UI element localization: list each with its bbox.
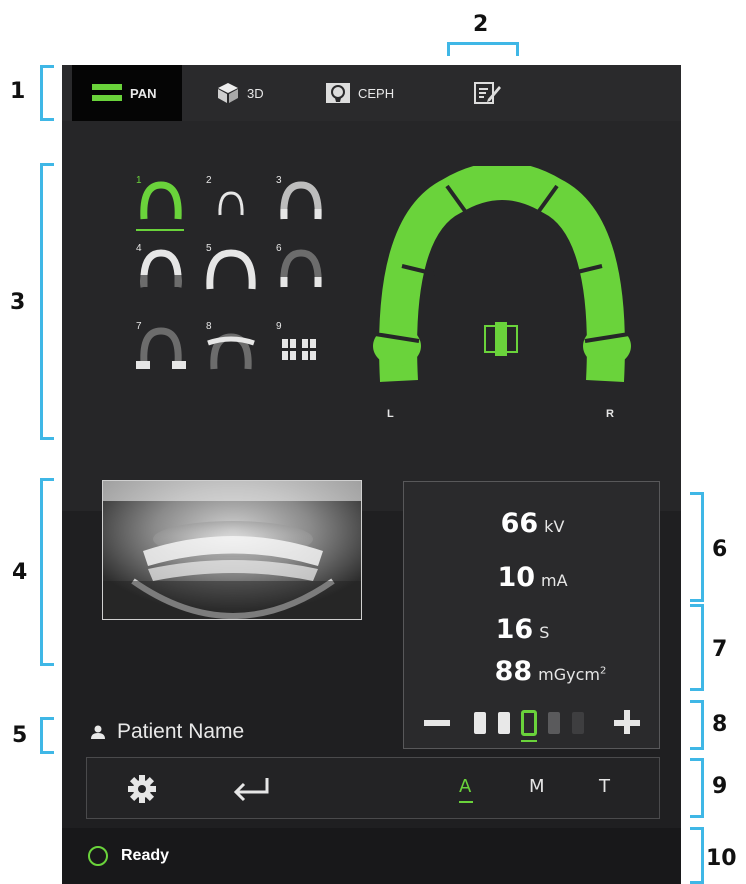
dose-level-3[interactable] xyxy=(521,710,537,736)
dose-decrease-button[interactable] xyxy=(422,710,452,736)
cube-icon xyxy=(218,83,238,103)
ma-unit: mA xyxy=(541,571,568,590)
mode-auto-underline xyxy=(459,801,473,803)
tab-pan-label: PAN xyxy=(130,85,157,101)
callout-8: 8 xyxy=(712,712,728,737)
arch-right-label: R xyxy=(606,408,614,420)
dose-level-selector[interactable] xyxy=(474,710,594,742)
xray-acquisition-panel: PAN 3D CEPH 1 2 3 4 5 6 7 8 9 L R 66 kV … xyxy=(62,65,681,884)
notes-edit-icon xyxy=(474,82,501,104)
mode-tab-bar: PAN 3D CEPH xyxy=(62,65,681,121)
callout-10: 10 xyxy=(706,846,737,871)
ma-value: 10 xyxy=(497,562,536,593)
panoramic-xray-preview[interactable] xyxy=(102,480,362,620)
callout-1: 1 xyxy=(10,79,26,104)
program-thumb-7[interactable]: 7 xyxy=(134,321,192,373)
dental-arch-diagram[interactable] xyxy=(367,166,647,396)
program-thumb-1[interactable]: 1 xyxy=(134,175,192,231)
arch-program-2-icon xyxy=(218,191,244,216)
mode-t[interactable]: T xyxy=(599,776,610,797)
callout-bracket-10 xyxy=(690,827,704,884)
status-text: Ready xyxy=(121,847,170,864)
dose-row: 88 mGycm2 xyxy=(422,656,679,687)
callout-bracket-9 xyxy=(690,758,704,818)
tab-3d-label: 3D xyxy=(247,85,264,101)
xray-image xyxy=(103,481,361,619)
time-unit: S xyxy=(539,623,550,642)
ready-status-icon xyxy=(88,846,108,866)
program-thumb-5[interactable]: 5 xyxy=(204,243,262,295)
program-thumb-6[interactable]: 6 xyxy=(274,243,332,295)
mode-manual[interactable]: M xyxy=(529,776,545,797)
mode-auto-label: A xyxy=(459,776,472,797)
mode-t-label: T xyxy=(599,776,610,797)
program-thumb-3[interactable]: 3 xyxy=(274,175,332,227)
program-thumb-8[interactable]: 8 xyxy=(204,321,262,373)
patient-name-area[interactable]: Patient Name xyxy=(91,720,244,744)
teeth-bitewing-icon xyxy=(282,339,316,360)
arch-program-6-icon xyxy=(280,249,322,288)
dose-level-selected-underline xyxy=(521,740,537,742)
time-row: 16 S xyxy=(394,614,651,645)
person-icon xyxy=(91,725,105,739)
callout-3: 3 xyxy=(10,290,26,315)
callout-9: 9 xyxy=(712,774,728,799)
tab-pan[interactable]: PAN xyxy=(72,65,182,121)
ma-row[interactable]: 10 mA xyxy=(404,562,661,593)
time-value: 16 xyxy=(495,614,534,645)
kv-value: 66 xyxy=(500,508,539,539)
callout-5: 5 xyxy=(12,723,28,748)
callout-bracket-7 xyxy=(690,604,704,691)
tab-3d[interactable]: 3D xyxy=(217,65,287,121)
tab-ceph[interactable]: CEPH xyxy=(326,65,416,121)
dose-increase-button[interactable] xyxy=(612,708,642,734)
dose-unit: mGycm2 xyxy=(538,665,606,684)
arch-program-7-icon xyxy=(136,327,186,369)
callout-7: 7 xyxy=(712,637,728,662)
arch-program-5-icon xyxy=(206,249,256,290)
dose-level-4[interactable] xyxy=(548,712,560,734)
dose-value: 88 xyxy=(494,656,533,687)
mode-manual-label: M xyxy=(529,776,545,797)
dose-unit-exponent: 2 xyxy=(600,665,607,677)
symmetry-icon xyxy=(484,322,518,356)
callout-bracket-1 xyxy=(40,65,54,121)
arch-program-1-icon xyxy=(140,181,182,220)
program-thumb-2[interactable]: 2 xyxy=(204,175,262,227)
callout-bracket-3 xyxy=(40,163,54,440)
program-selected-underline xyxy=(136,229,184,231)
bottom-toolbar: A M T xyxy=(86,757,660,819)
callout-bracket-5 xyxy=(40,717,54,754)
callout-bracket-8 xyxy=(690,700,704,750)
program-thumb-9[interactable]: 9 xyxy=(274,321,332,373)
arch-program-3-icon xyxy=(280,181,322,220)
dose-unit-base: mGycm xyxy=(538,665,601,684)
patient-name: Patient Name xyxy=(117,720,245,743)
return-arrow-icon[interactable] xyxy=(231,776,271,804)
callout-2: 2 xyxy=(473,12,489,37)
dose-level-1[interactable] xyxy=(474,712,486,734)
program-selection-area: 1 2 3 4 5 6 7 8 9 L R xyxy=(62,121,681,511)
kv-unit: kV xyxy=(544,517,565,536)
dose-level-2[interactable] xyxy=(498,712,510,734)
arch-program-4-icon xyxy=(140,249,182,288)
callout-bracket-4 xyxy=(40,478,54,666)
status-bar: Ready xyxy=(62,828,681,884)
callout-bracket-6 xyxy=(690,492,704,602)
callout-4: 4 xyxy=(12,560,28,585)
callout-6: 6 xyxy=(712,537,728,562)
mode-auto[interactable]: A xyxy=(459,776,473,803)
settings-gear-icon[interactable] xyxy=(127,774,157,804)
kv-row[interactable]: 66 kV xyxy=(404,508,661,539)
tab-ceph-label: CEPH xyxy=(358,85,395,101)
callout-bracket-2 xyxy=(447,42,519,56)
program-thumb-4[interactable]: 4 xyxy=(134,243,192,295)
ceph-icon xyxy=(326,83,350,103)
dose-level-5[interactable] xyxy=(572,712,584,734)
tab-notes[interactable] xyxy=(466,65,518,121)
arch-left-label: L xyxy=(387,408,394,420)
pan-icon xyxy=(92,84,122,101)
exposure-parameters-panel: 66 kV 10 mA 16 S 88 mGycm2 xyxy=(403,481,660,749)
arch-program-8-icon xyxy=(207,333,255,370)
